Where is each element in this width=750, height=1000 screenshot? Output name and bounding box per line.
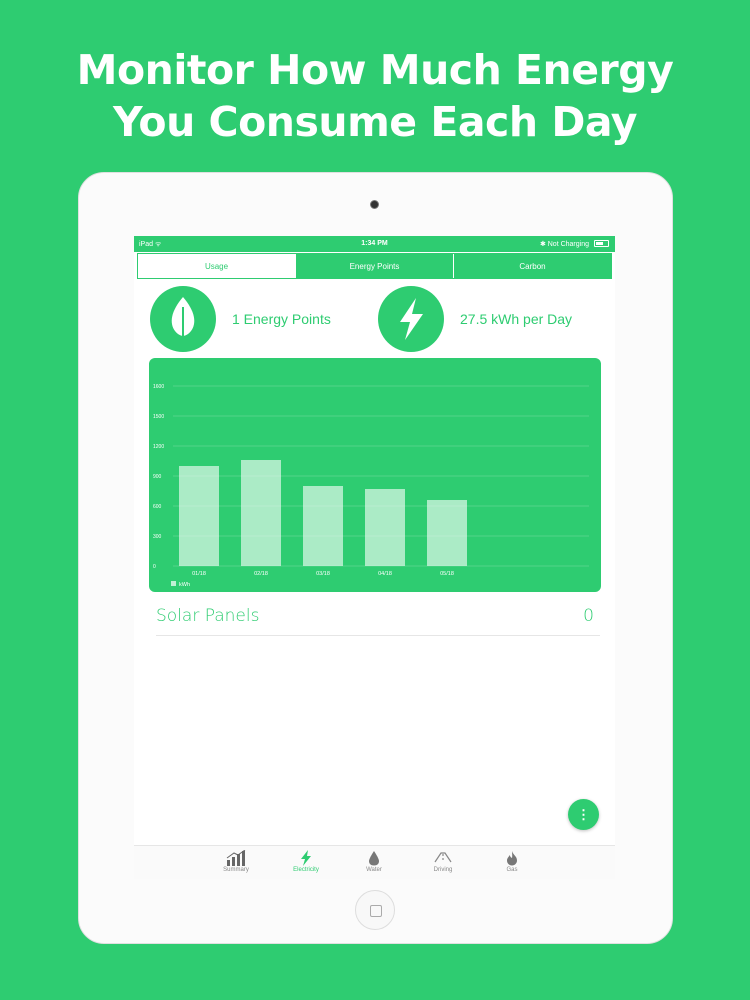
y-tick-label: 1200: [153, 444, 164, 450]
solar-panels-value: 0: [583, 606, 594, 626]
x-tick-label: 03/18: [316, 571, 330, 577]
water-drop-icon: [369, 851, 379, 866]
nav-label-summary: Summary: [223, 867, 249, 873]
leaf-icon: [150, 286, 216, 352]
x-tick-label: 01/18: [192, 571, 206, 577]
y-tick-label: 900: [153, 474, 162, 480]
segmented-tabs: Usage Energy Points Carbon: [137, 253, 612, 279]
more-vertical-icon: ⋮: [577, 806, 590, 822]
y-tick-label: 1500: [153, 414, 164, 420]
daily-usage-stat: 27.5 kWh per Day: [378, 286, 572, 352]
nav-label-driving: Driving: [433, 867, 453, 873]
road-icon: [434, 852, 452, 863]
legend-swatch: [171, 581, 176, 586]
bottom-nav: Summary Electricity Water Driving Gas: [134, 845, 615, 879]
x-tick-label: 05/18: [440, 571, 454, 577]
status-bar: iPad ᯤ 1:34 PM ✱ Not Charging: [134, 236, 615, 252]
y-tick-label: 600: [153, 504, 162, 510]
more-options-button[interactable]: ⋮: [568, 799, 599, 830]
y-tick-label: 1600: [153, 384, 164, 390]
tab-usage[interactable]: Usage: [138, 254, 295, 278]
app-screen: iPad ᯤ 1:34 PM ✱ Not Charging Usage Ener…: [134, 236, 615, 879]
battery-status: ✱ Not Charging: [539, 241, 589, 248]
nav-item-summary[interactable]: Summary: [206, 850, 266, 873]
energy-points-text: 1 Energy Points: [232, 311, 331, 327]
chart-icon: [226, 850, 246, 866]
headline-line-1: Monitor How Much Energy: [76, 46, 674, 94]
battery-icon: [594, 240, 609, 247]
nav-item-electricity[interactable]: Electricity: [276, 850, 336, 873]
nav-item-gas[interactable]: Gas: [482, 850, 542, 873]
tab-carbon[interactable]: Carbon: [453, 254, 611, 278]
chart-svg: 1600 1500 1200 900 600 300 0 01/18 02/18 03/18 04/…: [153, 384, 589, 588]
legend-label: kWh: [179, 582, 190, 588]
energy-points-stat: 1 Energy Points: [150, 286, 331, 352]
nav-item-water[interactable]: Water: [344, 850, 404, 873]
nav-label-gas: Gas: [506, 867, 518, 873]
headline: Monitor How Much Energy You Consume Each…: [0, 44, 750, 148]
solar-panels-row[interactable]: Solar Panels 0: [156, 606, 600, 636]
headline-line-2: You Consume Each Day: [112, 98, 638, 146]
nav-item-driving[interactable]: Driving: [413, 850, 473, 873]
lightning-icon: [301, 850, 311, 866]
bar: [303, 486, 343, 566]
x-tick-label: 04/18: [378, 571, 392, 577]
solar-panels-label: Solar Panels: [156, 606, 260, 626]
camera-icon: [370, 200, 379, 209]
bar: [365, 489, 405, 566]
tab-energy-points[interactable]: Energy Points: [295, 254, 453, 278]
lightning-icon: [378, 286, 444, 352]
y-tick-label: 0: [153, 564, 156, 570]
bar: [427, 500, 467, 566]
nav-label-electricity: Electricity: [293, 867, 319, 873]
bar: [241, 460, 281, 566]
bar: [179, 466, 219, 566]
daily-usage-text: 27.5 kWh per Day: [460, 311, 573, 327]
nav-label-water: Water: [366, 867, 382, 873]
usage-bar-chart: 1600 1500 1200 900 600 300 0 01/18 02/18 03/18 04/…: [149, 358, 601, 592]
flame-icon: [507, 851, 517, 866]
x-tick-label: 02/18: [254, 571, 268, 577]
y-tick-label: 300: [153, 534, 162, 540]
home-button[interactable]: [355, 890, 395, 930]
